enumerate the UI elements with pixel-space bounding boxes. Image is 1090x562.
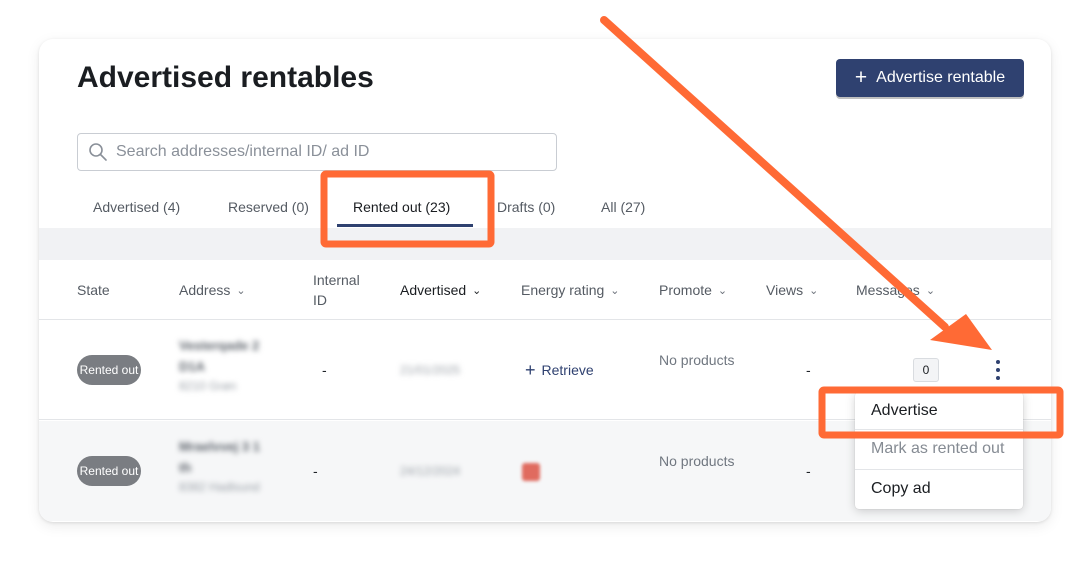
column-promote[interactable]: Promote ⌄: [659, 260, 727, 320]
address-line: D1A: [179, 359, 206, 374]
address-line: th: [179, 460, 192, 475]
chevron-down-icon: ⌄: [610, 284, 620, 297]
promote-value: No products: [659, 352, 735, 368]
chevron-down-icon: ⌄: [236, 284, 246, 297]
column-views[interactable]: Views ⌄: [766, 260, 818, 320]
menu-item-mark-as-rented-out: Mark as rented out: [871, 440, 1005, 457]
plus-icon: +: [854, 65, 868, 89]
address-city: 8210 Grøn: [179, 379, 237, 393]
table-toolbar-band: [39, 228, 1051, 260]
status-badge: Rented out: [77, 355, 141, 385]
status-badge: Rented out: [77, 456, 141, 486]
search-box[interactable]: [77, 133, 557, 171]
chevron-down-icon: ⌄: [809, 284, 819, 297]
energy-rating-badge: [522, 463, 540, 481]
internal-id-value: -: [313, 463, 318, 479]
tab-all[interactable]: All (27): [601, 189, 645, 227]
address-line: Vesterqade 2: [179, 338, 260, 353]
table-header: State Address ⌄ Internal ID Advertised ⌄ E…: [39, 260, 1051, 320]
internal-id-value: -: [322, 362, 327, 378]
column-messages[interactable]: Messages ⌄: [856, 260, 935, 320]
column-advertised[interactable]: Advertised ⌄: [400, 260, 481, 320]
views-value: -: [806, 362, 811, 378]
tab-drafts[interactable]: Drafts (0): [497, 189, 555, 227]
advertise-rentable-button[interactable]: + Advertise rentable: [836, 59, 1024, 97]
column-energy-rating[interactable]: Energy rating ⌄: [521, 260, 620, 320]
page-title: Advertised rentables: [77, 61, 374, 94]
retrieve-energy-button[interactable]: + Retrieve: [525, 361, 594, 379]
plus-icon: +: [525, 360, 536, 380]
address-line: Mraelvvej 3 1: [179, 439, 260, 454]
column-address[interactable]: Address ⌄: [179, 260, 246, 320]
active-tab-indicator: [337, 224, 473, 227]
row-actions-menu: Advertise Mark as rented out Copy ad: [855, 392, 1023, 509]
menu-item-copy-ad[interactable]: Copy ad: [855, 470, 1023, 508]
promote-value: No products: [659, 453, 735, 469]
menu-item-advertise[interactable]: Advertise: [855, 392, 1023, 430]
tab-rented-out[interactable]: Rented out (23): [353, 189, 450, 227]
tab-reserved[interactable]: Reserved (0): [228, 189, 309, 227]
column-internal-id: Internal ID: [313, 272, 360, 308]
views-value: -: [806, 463, 811, 479]
chevron-down-icon: ⌄: [717, 284, 728, 297]
address-city: 8382 Hadlsund: [179, 480, 260, 494]
tab-advertised[interactable]: Advertised (4): [93, 189, 180, 227]
kebab-icon[interactable]: [993, 360, 1003, 380]
messages-count-badge[interactable]: 0: [913, 358, 939, 382]
chevron-down-icon: ⌄: [472, 284, 482, 297]
advertised-date: 21/01/2025: [400, 363, 461, 377]
search-input[interactable]: [116, 143, 536, 161]
advertise-rentable-label: Advertise rentable: [876, 69, 1006, 86]
search-icon: [89, 143, 107, 161]
advertised-date: 24/12/2024: [400, 464, 461, 478]
column-state: State: [77, 282, 110, 298]
chevron-down-icon: ⌄: [925, 284, 936, 297]
